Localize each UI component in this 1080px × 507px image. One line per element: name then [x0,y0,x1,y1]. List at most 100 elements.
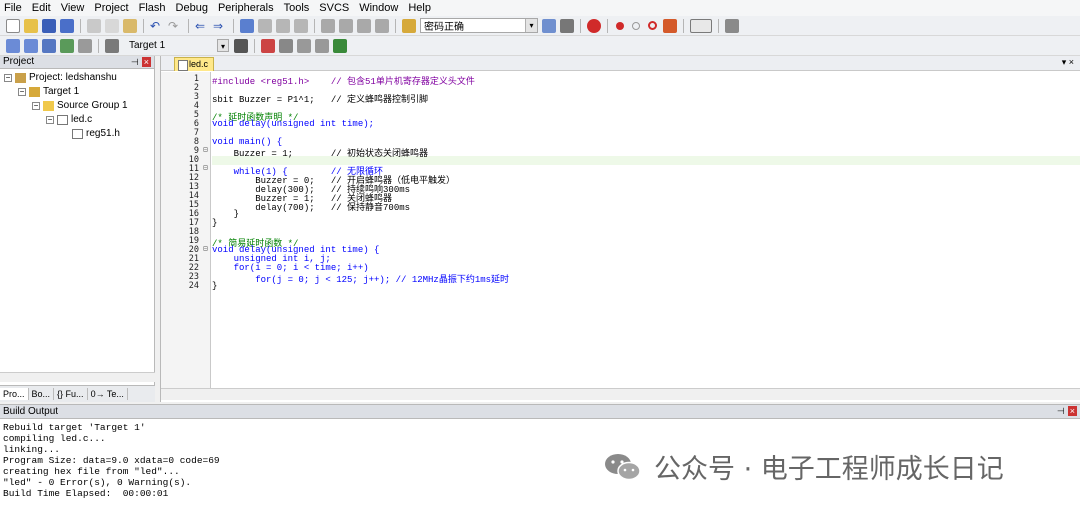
watermark-text: 公众号 · 电子工程师成长日记 [654,454,1004,485]
configure-icon[interactable] [725,18,739,33]
open-folder-icon[interactable] [24,18,38,33]
close-icon[interactable]: × [141,57,151,67]
code-line-15[interactable]: delay(700); // 保持静音700ms [212,200,410,213]
nav-back-icon[interactable]: ⇐ [195,19,209,33]
redo-icon[interactable]: ↷ [168,19,182,33]
tree-file-reg51[interactable]: reg51.h [72,128,120,139]
prev-bookmark-icon[interactable] [258,18,272,33]
kill-breakpoints-icon[interactable] [663,18,677,33]
menu-peripherals[interactable]: Peripherals [218,2,274,14]
collapse-icon[interactable]: − [18,87,26,96]
fold-marker-icon[interactable]: ⊟ [203,163,208,172]
collapse-icon[interactable]: − [4,73,12,82]
toolbar-separator [188,18,189,33]
editor-tabstrip: led.c ▾ × [161,56,1080,71]
code-line-17[interactable]: } [212,218,217,228]
select-packs-icon[interactable] [297,38,311,53]
menu-tools[interactable]: Tools [284,2,310,14]
window-layout-icon[interactable] [690,18,712,33]
tab-templates[interactable]: 0→ Te... [88,388,128,400]
tab-functions[interactable]: {} Fu... [54,388,88,400]
find-in-files-icon[interactable] [402,18,416,33]
target-select[interactable]: Target 1 ▾ [125,38,230,53]
code-line-1[interactable]: #include <reg51.h> // 包含51单片机寄存器定义头文件 [212,74,475,87]
search-combo[interactable]: 密码正确 ▾ [420,18,538,33]
nav-forward-icon[interactable]: ⇒ [213,19,227,33]
collapse-icon[interactable]: − [32,101,40,110]
chevron-down-icon[interactable]: ▾ [525,19,537,32]
toolbar-separator [683,18,684,33]
chevron-down-icon[interactable]: ▾ [217,39,229,52]
editor-tab-label: led.c [189,59,209,69]
unindent-icon[interactable] [339,18,353,33]
pin-icon[interactable]: ⊣ [1057,406,1065,416]
menu-help[interactable]: Help [408,2,431,14]
indent-icon[interactable] [321,18,335,33]
menu-flash[interactable]: Flash [139,2,166,14]
paste-icon[interactable] [123,18,137,33]
save-all-icon[interactable] [60,18,74,33]
uncomment-icon[interactable] [375,18,389,33]
run-time-env-icon[interactable] [333,38,347,53]
code-line-24[interactable]: } [212,281,217,291]
bookmark-icon[interactable] [240,18,254,33]
translate-icon[interactable] [6,38,20,53]
tree-target[interactable]: − Target 1 [18,86,79,97]
editor-tab-led[interactable]: led.c [174,57,214,71]
start-debug-icon[interactable] [587,18,601,33]
build-output-line: "led" - 0 Error(s), 0 Warning(s). [3,477,192,488]
new-file-icon[interactable] [6,18,20,33]
next-bookmark-icon[interactable] [276,18,290,33]
undo-icon[interactable]: ↶ [150,19,164,33]
code-line-6[interactable]: void delay(unsigned int time); [212,119,374,129]
menu-debug[interactable]: Debug [176,2,208,14]
menu-project[interactable]: Project [94,2,128,14]
build-icon[interactable] [24,38,38,53]
fold-marker-icon[interactable]: ⊟ [203,244,208,253]
manage-project-items-icon[interactable] [261,38,275,53]
save-icon[interactable] [42,18,56,33]
close-icon[interactable]: × [1067,406,1077,416]
tab-books[interactable]: Bo... [29,388,55,400]
collapse-icon[interactable]: − [46,115,54,124]
main-toolbar: ↶ ↷ ⇐ ⇒ 密码正确 ▾ [0,16,1080,36]
pack-installer-icon[interactable] [315,38,329,53]
incremental-find-icon[interactable] [560,18,574,33]
cut-icon[interactable] [87,18,101,33]
menu-svcs[interactable]: SVCS [319,2,349,14]
pin-icon[interactable]: ⊣ [131,57,139,67]
tree-group[interactable]: − Source Group 1 [32,100,128,111]
build-output-line: Build Time Elapsed: 00:00:01 [3,488,169,499]
tab-list-icon[interactable]: ▾ × [1062,57,1074,68]
folder-icon [43,100,54,111]
rebuild-icon[interactable] [42,38,56,53]
stop-build-icon[interactable] [78,38,92,53]
breakpoint-icon[interactable] [616,21,624,30]
tree-file-led[interactable]: − led.c [46,114,92,125]
tab-project[interactable]: Pro... [0,388,29,400]
disable-breakpoint-icon[interactable] [632,21,640,30]
copy-icon[interactable] [105,18,119,33]
batch-build-icon[interactable] [60,38,74,53]
menu-file[interactable]: File [4,2,22,14]
build-output-line: linking... [3,444,61,455]
find-icon[interactable] [542,18,556,33]
menu-edit[interactable]: Edit [32,2,51,14]
clear-bookmarks-icon[interactable] [294,18,308,33]
editor-hscrollbar[interactable] [161,388,1080,400]
menu-view[interactable]: View [61,2,85,14]
menu-window[interactable]: Window [359,2,398,14]
fold-marker-icon[interactable]: ⊟ [203,145,208,154]
download-icon[interactable] [105,38,119,53]
toolbar-separator [233,18,234,33]
code-line-23[interactable]: for(j = 0; j < 125; j++); // 12MHz晶振下约1m… [212,272,509,285]
code-line-3[interactable]: sbit Buzzer = P1^1; // 定义蜂鸣器控制引脚 [212,92,428,105]
project-hscrollbar[interactable] [0,372,155,382]
comment-icon[interactable] [357,18,371,33]
tree-project[interactable]: − Project: ledshanshu [4,72,117,83]
code-line-9[interactable]: Buzzer = 1; // 初始状态关闭蜂鸣器 [212,146,428,159]
target-options-icon[interactable] [234,38,248,53]
disable-all-breakpoints-icon[interactable] [648,21,657,30]
toolbar-separator [254,38,255,53]
manage-multi-project-icon[interactable] [279,38,293,53]
